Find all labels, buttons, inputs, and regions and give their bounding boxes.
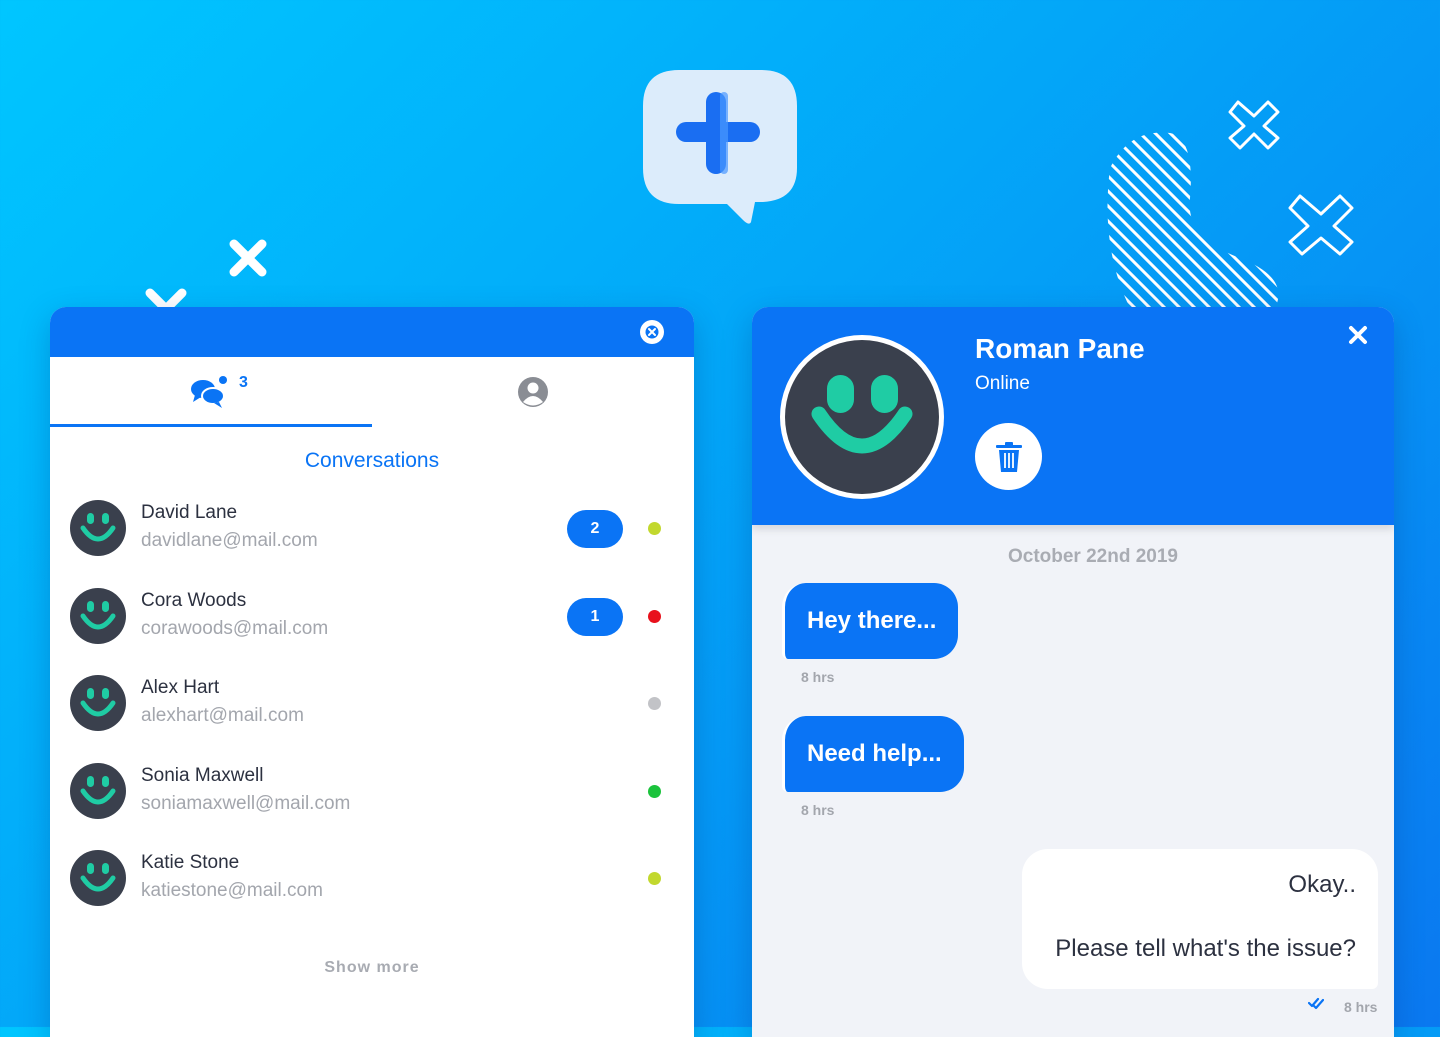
section-title: Conversations — [304, 449, 440, 472]
contact-name: Katie Stone — [141, 852, 240, 873]
contact-email: corawoods@mail.com — [141, 617, 329, 639]
avatar — [70, 850, 126, 906]
message-line: Okay.. — [1288, 871, 1356, 898]
smiley-avatar-icon — [785, 340, 939, 494]
contact-email: soniamaxwell@mail.com — [141, 792, 351, 814]
contact-email: alexhart@mail.com — [141, 705, 304, 726]
incoming-message: Need help... — [782, 716, 964, 792]
decoration-x-outline-icon — [1288, 194, 1354, 256]
double-check-icon — [1308, 997, 1324, 1010]
decoration-x-outline-icon — [1228, 100, 1280, 150]
contact-name: Cora Woods — [141, 589, 247, 611]
conversation-item[interactable]: Katie Stone katiestone@mail.com — [50, 847, 694, 935]
contact-email: katiestone@mail.com — [141, 880, 323, 901]
avatar — [70, 675, 126, 731]
user-circle-icon — [518, 377, 548, 407]
avatar — [70, 762, 126, 819]
decoration-stripes-icon — [1107, 132, 1279, 308]
avatar — [70, 587, 126, 644]
contact-email: davidlane@mail.com — [141, 530, 318, 551]
outgoing-message: Okay.. Please tell what's the issue? — [1022, 849, 1378, 989]
message-time: 8 hrs — [801, 669, 835, 685]
delete-conversation-button[interactable] — [975, 423, 1042, 490]
trash-icon — [995, 441, 1022, 472]
status-dot — [648, 697, 661, 710]
decoration-x-solid-icon — [229, 239, 267, 277]
panel-header — [50, 307, 694, 357]
show-more-link[interactable]: Show more — [50, 959, 694, 977]
tab-conversations[interactable]: 3 — [50, 357, 372, 427]
chat-plus-icon — [643, 70, 797, 224]
contact-avatar — [780, 335, 944, 499]
close-button[interactable] — [640, 320, 664, 344]
unread-badge: 1 — [567, 597, 623, 636]
conversation-list: David Lane davidlane@mail.com 2 Cora Woo… — [50, 497, 694, 935]
status-dot — [648, 609, 661, 623]
message-line: Please tell what's the issue? — [1055, 935, 1356, 962]
tab-bar: 3 — [50, 357, 694, 427]
conversations-panel: 3 Conversations David Lane davidlane@mai… — [50, 307, 694, 1037]
decoration-x-partial-icon — [145, 288, 187, 309]
conversation-item[interactable]: Cora Woods corawoods@mail.com 1 — [50, 585, 694, 673]
status-dot — [648, 872, 661, 885]
contact-status: Online — [975, 373, 1030, 394]
date-separator: October 22nd 2019 — [1007, 546, 1179, 567]
conversation-item[interactable]: David Lane davidlane@mail.com 2 — [50, 497, 694, 585]
unread-badge: 2 — [567, 510, 623, 548]
avatar — [70, 500, 126, 556]
contact-name: Roman Pane — [975, 333, 1145, 364]
status-dot — [648, 784, 661, 798]
contact-name: Alex Hart — [141, 677, 220, 698]
contact-name: David Lane — [141, 502, 238, 523]
message-time: 8 hrs — [801, 802, 835, 818]
unread-count: 3 — [239, 374, 248, 391]
close-icon[interactable] — [1346, 323, 1370, 347]
chat-header: Roman Pane Online — [752, 307, 1394, 525]
app-logo — [643, 70, 797, 225]
contact-name: Sonia Maxwell — [141, 764, 264, 786]
chat-panel: Roman Pane Online October 22nd 2019 Hey … — [752, 307, 1394, 1037]
close-circle-icon — [645, 325, 659, 339]
conversation-item[interactable]: Alex Hart alexhart@mail.com — [50, 672, 694, 760]
status-dot — [648, 522, 661, 535]
chat-bubbles-icon — [191, 376, 227, 408]
active-tab-indicator — [50, 424, 372, 427]
tab-profile[interactable] — [372, 357, 694, 427]
incoming-message: Hey there... — [782, 583, 959, 659]
message-time: 8 hrs — [1344, 999, 1378, 1015]
conversation-item[interactable]: Sonia Maxwell soniamaxwell@mail.com — [50, 760, 694, 848]
